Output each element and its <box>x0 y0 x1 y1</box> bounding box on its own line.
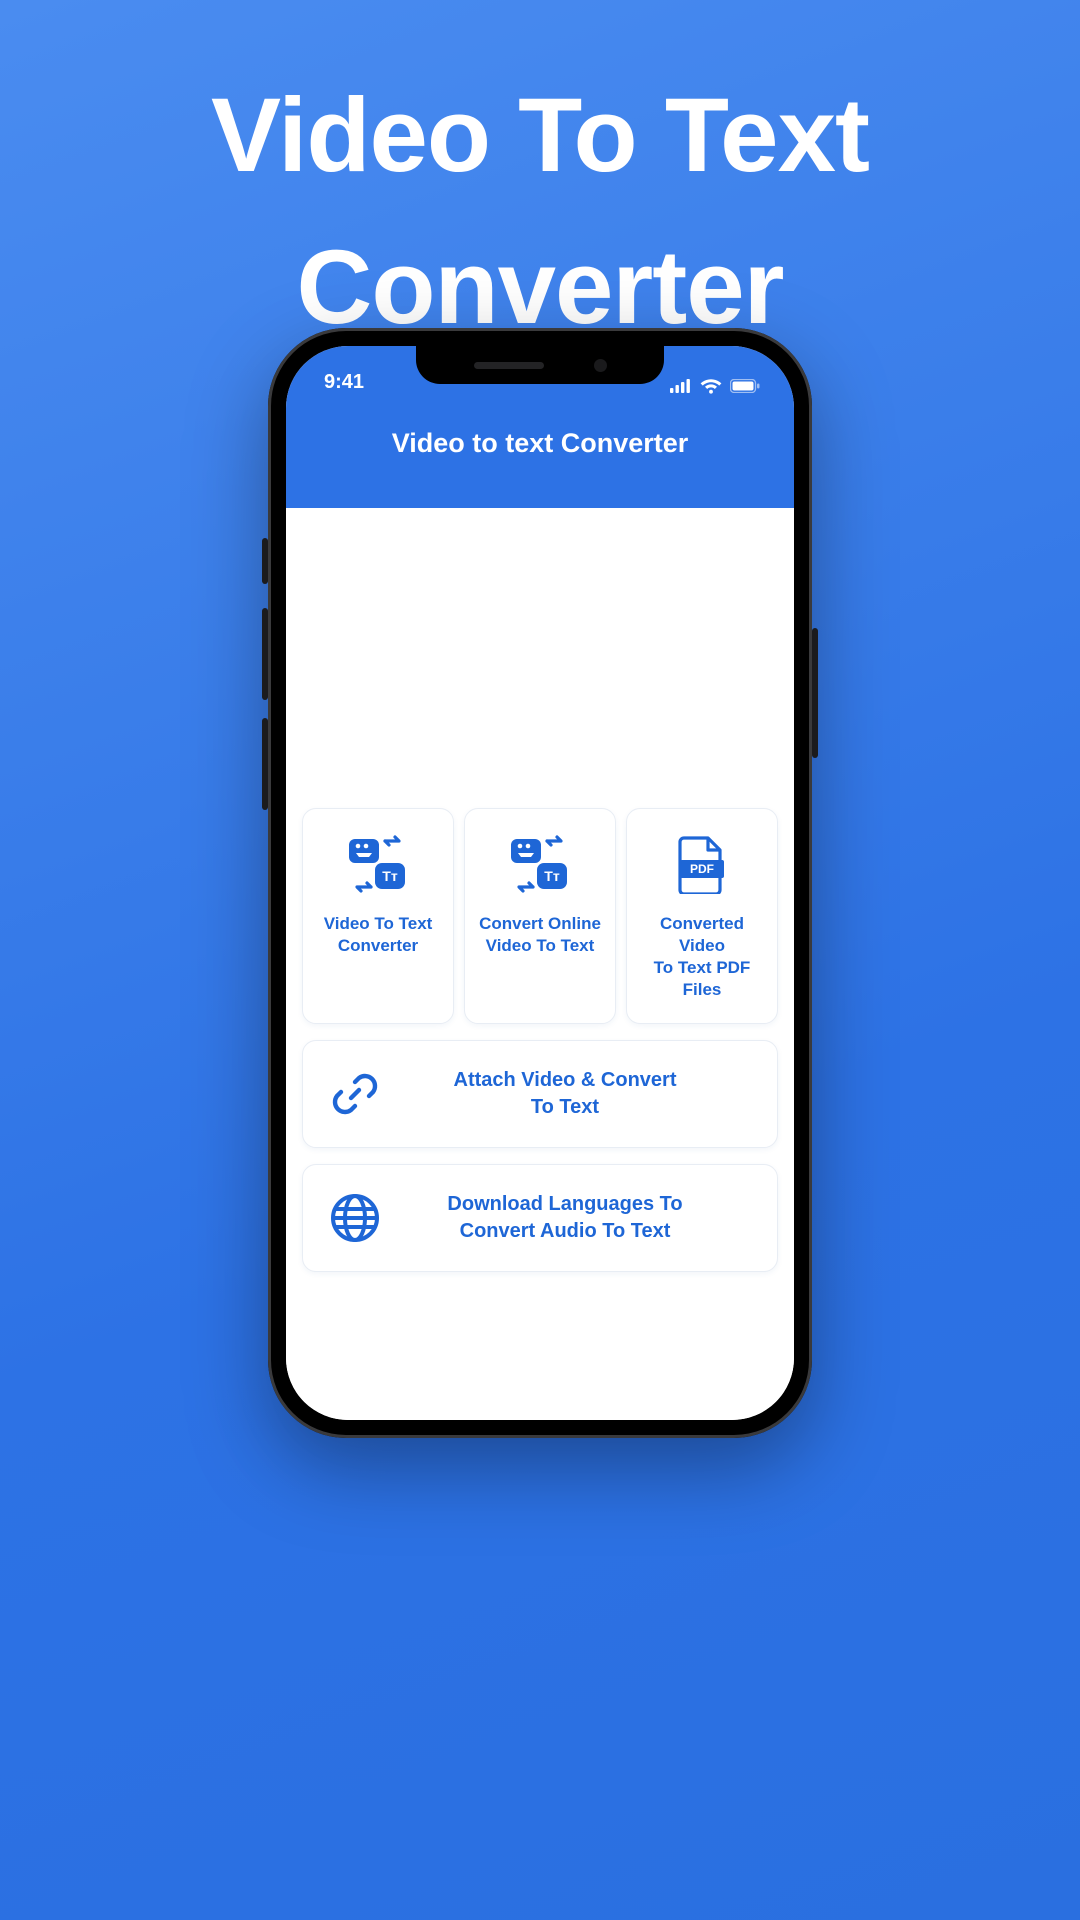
card-label: Video To Text Converter <box>324 913 433 957</box>
row-attach-video[interactable]: Attach Video & Convert To Text <box>302 1040 778 1148</box>
pdf-file-icon: PDF <box>676 833 728 897</box>
phone-notch <box>416 346 664 384</box>
phone-side-button <box>262 608 268 700</box>
video-text-convert-icon: Tᴛ <box>345 833 411 897</box>
phone-frame: 9:41 Video to text Converter <box>268 328 812 1438</box>
signal-icon <box>670 379 692 393</box>
phone-side-button <box>262 718 268 810</box>
row-label: Download Languages To Convert Audio To T… <box>415 1191 755 1245</box>
svg-text:PDF: PDF <box>690 862 714 876</box>
card-video-to-text[interactable]: Tᴛ Video To Text Converter <box>302 808 454 1024</box>
row-label: Attach Video & Convert To Text <box>415 1067 755 1121</box>
card-online-video-to-text[interactable]: Tᴛ Convert Online Video To Text <box>464 808 616 1024</box>
row-download-languages[interactable]: Download Languages To Convert Audio To T… <box>302 1164 778 1272</box>
phone-side-button <box>262 538 268 584</box>
card-label: Convert Online Video To Text <box>479 913 601 957</box>
wifi-icon <box>700 378 722 394</box>
app-title: Video to text Converter <box>392 428 689 459</box>
phone-side-button <box>812 628 818 758</box>
app-bar: Video to text Converter <box>286 398 794 508</box>
status-time: 9:41 <box>316 371 364 394</box>
card-label: Converted Video To Text PDF Files <box>635 913 769 1001</box>
phone-screen: 9:41 Video to text Converter <box>286 346 794 1420</box>
video-text-convert-icon: Tᴛ <box>507 833 573 897</box>
globe-icon <box>325 1191 385 1245</box>
promo-title: Video To Text Converter <box>0 0 1080 365</box>
link-icon <box>325 1068 385 1120</box>
main-content: Tᴛ Video To Text Converter <box>286 508 794 1420</box>
battery-icon <box>730 379 760 393</box>
svg-text:Tᴛ: Tᴛ <box>382 868 398 884</box>
svg-text:Tᴛ: Tᴛ <box>544 868 560 884</box>
card-pdf-files[interactable]: PDF Converted Video To Text PDF Files <box>626 808 778 1024</box>
